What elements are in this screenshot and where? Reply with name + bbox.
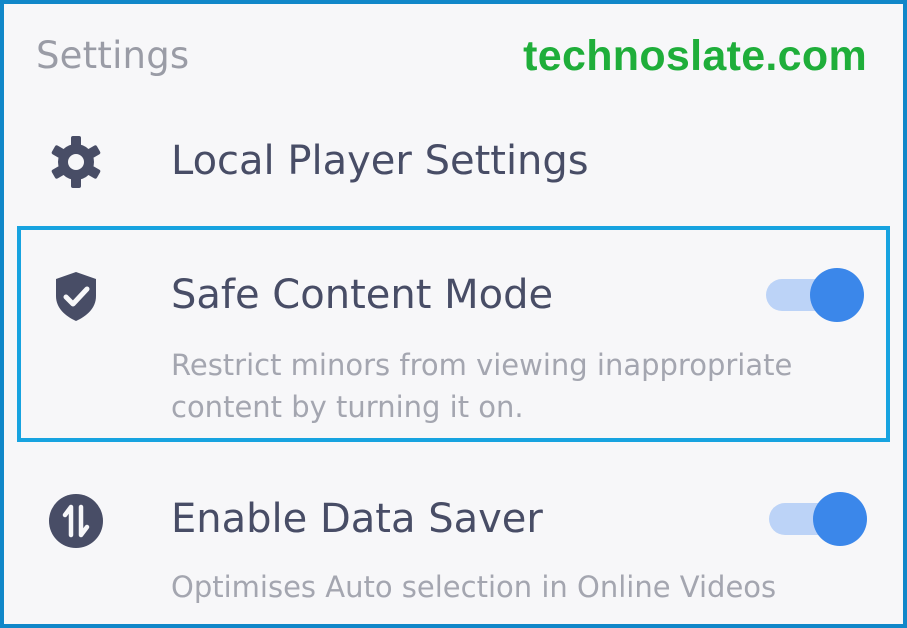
shield-check-icon bbox=[48, 268, 104, 324]
local-player-settings-row[interactable]: Local Player Settings bbox=[18, 122, 885, 212]
enable-data-saver-row[interactable]: Enable Data Saver Optimises Auto selecti… bbox=[18, 468, 885, 624]
section-title: Settings bbox=[36, 34, 190, 77]
toggle-knob bbox=[813, 492, 867, 546]
safe-content-mode-title: Safe Content Mode bbox=[171, 272, 554, 318]
safe-content-mode-description-line2: content by turning it on. bbox=[171, 390, 524, 424]
safe-content-mode-description-line1: Restrict minors from viewing inappropria… bbox=[171, 348, 793, 382]
settings-screen: Settings technoslate.com Local Player Se… bbox=[0, 0, 907, 628]
enable-data-saver-description: Optimises Auto selection in Online Video… bbox=[171, 570, 777, 604]
safe-content-mode-toggle[interactable] bbox=[766, 266, 866, 322]
toggle-knob bbox=[810, 268, 864, 322]
enable-data-saver-title: Enable Data Saver bbox=[171, 496, 543, 542]
safe-content-mode-row[interactable]: Safe Content Mode Restrict minors from v… bbox=[18, 244, 885, 434]
enable-data-saver-toggle[interactable] bbox=[769, 490, 869, 546]
local-player-settings-title: Local Player Settings bbox=[171, 138, 589, 184]
data-transfer-icon bbox=[48, 493, 104, 549]
gear-icon bbox=[48, 134, 104, 190]
watermark-text: technoslate.com bbox=[523, 32, 867, 80]
